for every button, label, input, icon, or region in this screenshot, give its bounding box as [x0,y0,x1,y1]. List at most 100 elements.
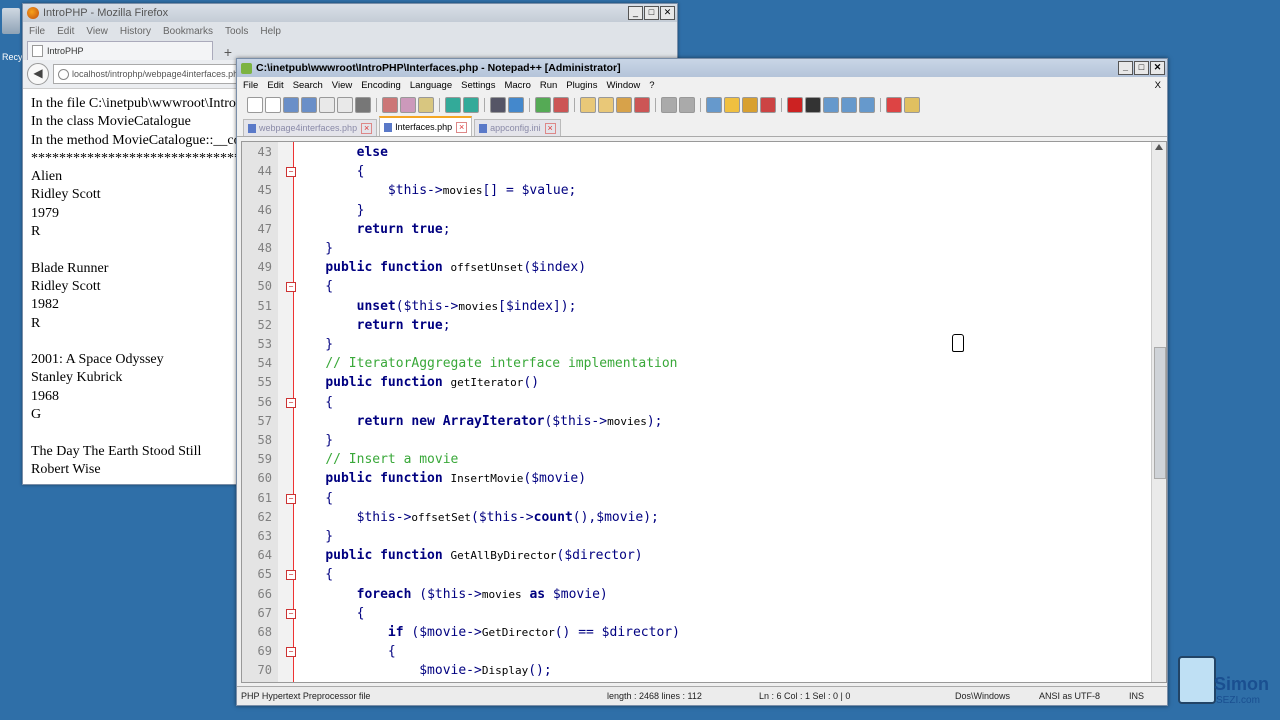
toolbar-button-icon[interactable] [724,97,740,113]
code-text: public function offsetUnset($index) [325,260,587,276]
firefox-menu-help[interactable]: Help [260,26,281,37]
npp-menubar: File Edit Search View Encoding Language Settin… [237,77,1167,94]
toolbar-button-icon[interactable] [679,97,695,113]
npp-menu-window[interactable]: Window [606,80,640,91]
toolbar-button-icon[interactable] [508,97,524,113]
toolbar-button-icon[interactable] [760,97,776,113]
status-eol: Dos\Windows [955,691,1011,701]
firefox-tab[interactable]: IntroPHP [27,41,213,60]
line-number: 64 [257,548,272,563]
npp-doc-close-button[interactable]: X [1155,80,1161,91]
toolbar-button-icon[interactable] [841,97,857,113]
npp-titlebar[interactable]: C:\inetpub\wwwroot\IntroPHP\Interfaces.p… [237,59,1167,77]
tab-close-icon[interactable]: × [544,122,556,134]
firefox-titlebar[interactable]: IntroPHP - Mozilla Firefox _ □ ✕ [23,4,677,22]
toolbar-button-icon[interactable] [859,97,875,113]
toolbar-button-icon[interactable] [382,97,398,113]
tab-close-icon[interactable]: × [361,122,373,134]
npp-close-button[interactable]: ✕ [1150,61,1165,75]
scrollbar-thumb[interactable] [1154,347,1166,479]
npp-menu-plugins[interactable]: Plugins [566,80,597,91]
npp-menu-run[interactable]: Run [540,80,557,91]
toolbar-button-icon[interactable] [283,97,299,113]
recycle-bin-icon[interactable]: Recy [2,8,23,68]
toolbar-button-icon[interactable] [418,97,434,113]
line-number: 70 [257,663,272,678]
npp-menu-macro[interactable]: Macro [504,80,530,91]
toolbar-button-icon[interactable] [706,97,722,113]
toolbar-button-icon[interactable] [490,97,506,113]
toolbar-button-icon[interactable] [787,97,803,113]
code-editor[interactable]: 43 else 44− {45 $this->movies[] = $value;… [241,141,1167,683]
toolbar-button-icon[interactable] [553,97,569,113]
toolbar-button-icon[interactable] [319,97,335,113]
toolbar-button-icon[interactable] [805,97,821,113]
back-button[interactable]: ◀ [27,63,49,85]
toolbar-button-icon[interactable] [301,97,317,113]
toolbar-button-icon[interactable] [598,97,614,113]
toolbar-button-icon[interactable] [904,97,920,113]
code-text: { [294,164,365,180]
npp-menu-language[interactable]: Language [410,80,452,91]
firefox-menu-file[interactable]: File [29,26,45,37]
firefox-menu-history[interactable]: History [120,26,151,37]
toolbar-button-icon[interactable] [580,97,596,113]
vertical-scrollbar[interactable] [1151,142,1166,682]
line-number: 65 [257,567,272,582]
close-button[interactable]: ✕ [660,6,675,20]
toolbar-button-icon[interactable] [535,97,551,113]
npp-maximize-button[interactable]: □ [1134,61,1149,75]
firefox-menu-tools[interactable]: Tools [225,26,248,37]
code-line: 53 } [242,335,1152,354]
npp-menu-edit[interactable]: Edit [267,80,283,91]
toolbar-button-icon[interactable] [400,97,416,113]
line-number: 63 [257,529,272,543]
npp-tab-appconfig-ini[interactable]: appconfig.ini × [474,119,561,136]
scroll-up-icon[interactable] [1155,144,1163,150]
code-text: foreach ($this->movies as $movie) [356,586,608,602]
toolbar-button-icon[interactable] [355,97,371,113]
line-number: 55 [257,375,272,390]
npp-menu-view[interactable]: View [332,80,352,91]
url-bar[interactable]: localhost/introphp/webpage4interfaces.ph… [53,64,259,84]
code-line: 70 $movie->Display(); [242,661,1152,680]
npp-tab-label: Interfaces.php [395,122,453,132]
toolbar-button-icon[interactable] [886,97,902,113]
maximize-button[interactable]: □ [644,6,659,20]
firefox-menu-bookmarks[interactable]: Bookmarks [163,26,213,37]
toolbar-button-icon[interactable] [661,97,677,113]
toolbar-button-icon[interactable] [247,97,263,113]
code-line: 66 foreach ($this->movies as $movie) [242,585,1152,604]
toolbar-button-icon[interactable] [823,97,839,113]
toolbar-button-icon[interactable] [742,97,758,113]
firefox-menu-edit[interactable]: Edit [57,26,74,37]
npp-toolbar [237,94,1167,116]
toolbar-button-icon[interactable] [445,97,461,113]
toolbar-button-icon[interactable] [463,97,479,113]
npp-menu-encoding[interactable]: Encoding [361,80,401,91]
new-tab-button[interactable]: + [219,44,237,60]
code-line: 49 public function offsetUnset($index) [242,258,1152,277]
code-line: 58 } [242,431,1152,450]
firefox-menu-view[interactable]: View [86,26,108,37]
npp-menu-file[interactable]: File [243,80,258,91]
npp-tab-label: appconfig.ini [490,123,541,133]
npp-menu-help[interactable]: ? [649,80,654,91]
code-text: } [294,337,334,352]
notepadpp-icon [241,62,252,74]
npp-menu-search[interactable]: Search [293,80,323,91]
toolbar-button-icon[interactable] [337,97,353,113]
npp-minimize-button[interactable]: _ [1118,61,1133,75]
code-text: { [294,394,334,410]
simon-sez-logo: Simon SEZI.com [1166,640,1276,720]
tab-close-icon[interactable]: × [456,121,468,133]
toolbar-button-icon[interactable] [265,97,281,113]
line-number: 44 [257,164,272,179]
toolbar-button-icon[interactable] [616,97,632,113]
toolbar-button-icon[interactable] [634,97,650,113]
npp-tab-webpage4interfaces-php[interactable]: webpage4interfaces.php × [243,119,378,136]
line-number: 66 [257,586,272,601]
npp-tab-interfaces-php[interactable]: Interfaces.php × [379,116,473,136]
minimize-button[interactable]: _ [628,6,643,20]
npp-menu-settings[interactable]: Settings [461,80,495,91]
